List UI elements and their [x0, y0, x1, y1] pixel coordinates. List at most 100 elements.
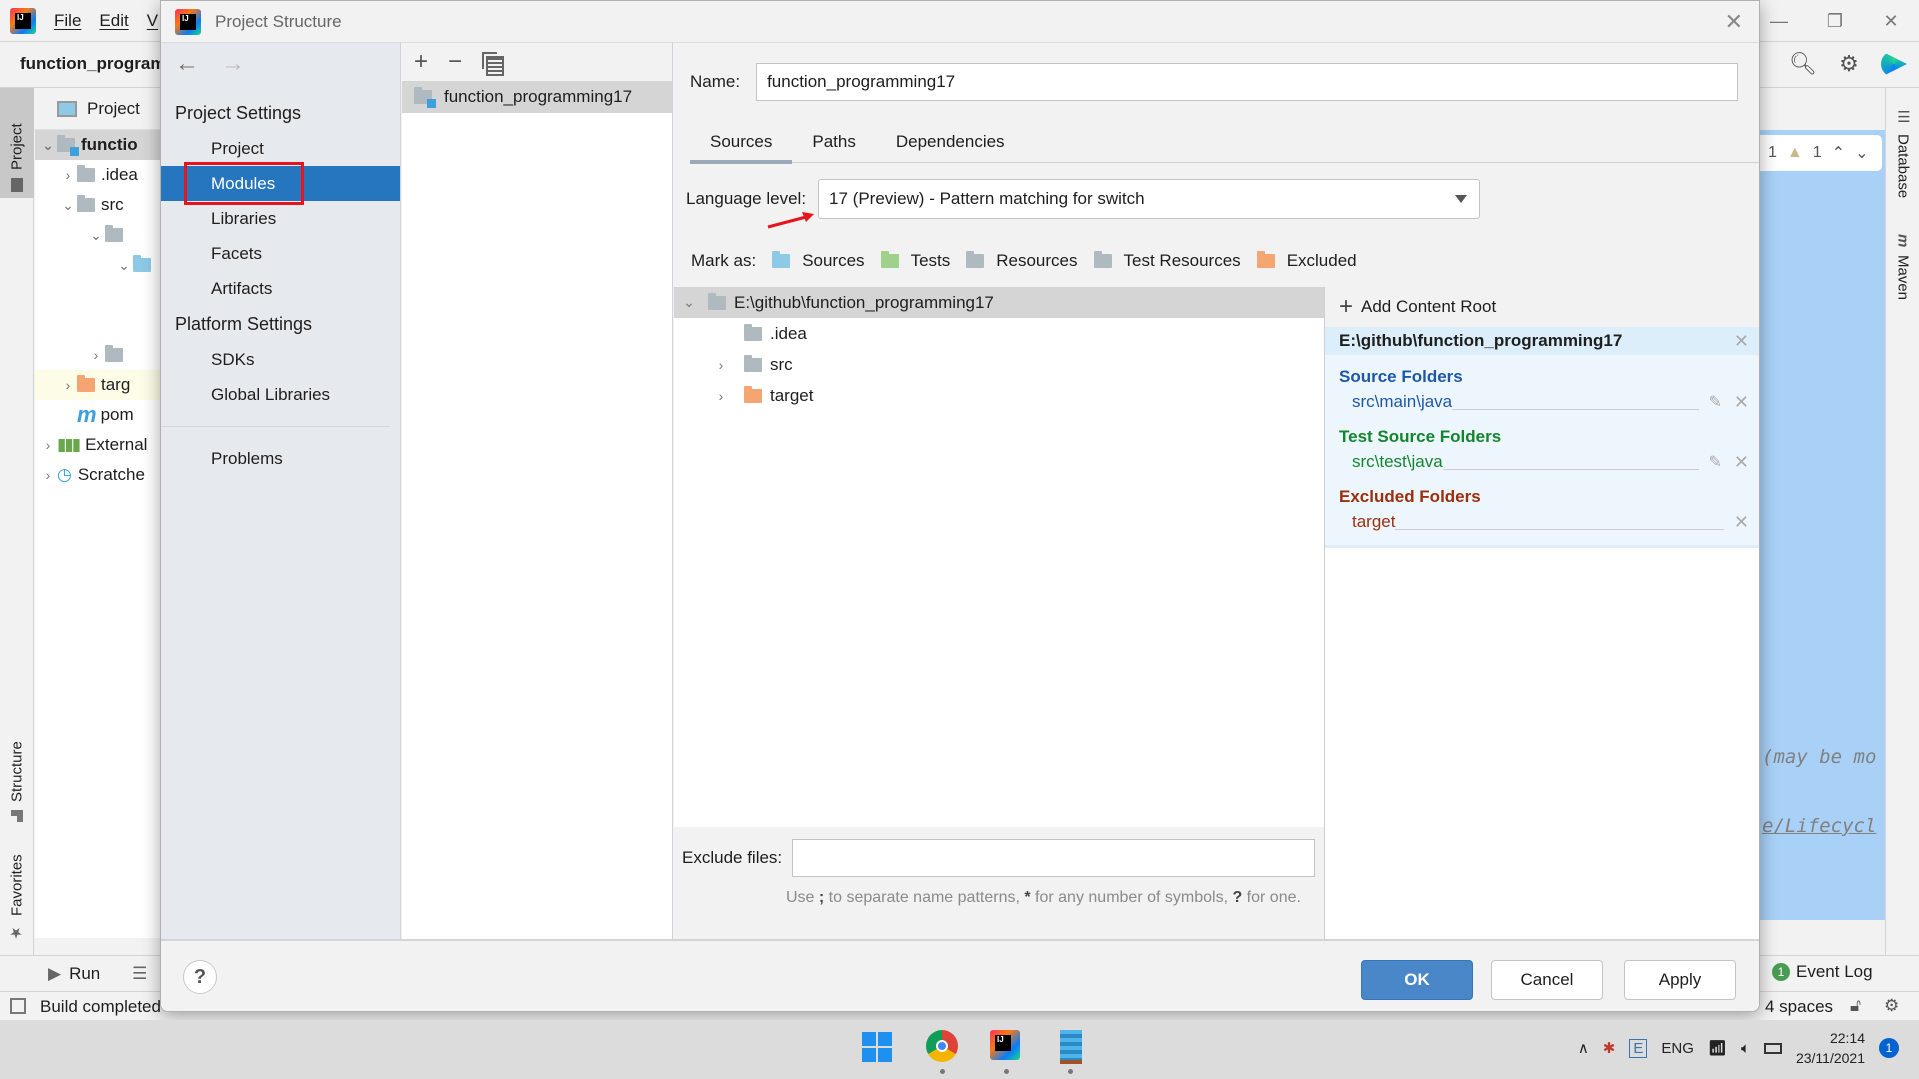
stripe-tab-database[interactable]: ☰ Database: [1886, 102, 1919, 204]
nav-item-artifacts[interactable]: Artifacts: [161, 271, 400, 306]
nav-item-facets[interactable]: Facets: [161, 236, 400, 271]
language-level-dropdown[interactable]: 17 (Preview) - Pattern matching for swit…: [818, 179, 1481, 219]
system-tray: ∧ ✱ E ENG 📶︎ 🔈︎ 22:14 23/11/2021 1: [1578, 1028, 1899, 1068]
folder-icon: [744, 323, 762, 341]
chevron-right-icon[interactable]: ›: [710, 357, 732, 373]
tree-row[interactable]: › ▮▮▮ External: [35, 430, 165, 460]
nav-item-project[interactable]: Project: [161, 131, 400, 166]
stripe-tab-maven[interactable]: m Maven: [1886, 228, 1919, 306]
stripe-tab-project[interactable]: Project: [0, 88, 34, 198]
module-name-input[interactable]: [756, 63, 1739, 101]
back-arrow-icon[interactable]: ←: [175, 50, 199, 78]
tree-row[interactable]: ⌄ src: [35, 190, 165, 220]
editor[interactable]: [1760, 130, 1885, 920]
chevron-down-icon[interactable]: ⌄: [1855, 143, 1868, 163]
menu-edit[interactable]: Edit: [99, 11, 128, 31]
tray-overflow-icon[interactable]: ∧: [1578, 1039, 1589, 1057]
tree-row[interactable]: ⌄: [35, 220, 165, 250]
module-list-item[interactable]: function_programming17: [402, 81, 672, 113]
tree-row[interactable]: › target: [674, 380, 1324, 411]
edit-pencil-icon[interactable]: ✎: [1709, 452, 1722, 472]
maven-icon: m: [1894, 234, 1912, 248]
chevron-right-icon[interactable]: ›: [710, 388, 732, 404]
cancel-button[interactable]: Cancel: [1491, 960, 1603, 1000]
edit-pencil-icon[interactable]: ✎: [1709, 392, 1722, 412]
gear-icon[interactable]: ⚙: [1835, 50, 1863, 78]
toolbox-icon[interactable]: [1881, 51, 1907, 77]
help-button[interactable]: ?: [183, 960, 217, 994]
app-tray-icon[interactable]: E: [1629, 1038, 1648, 1058]
forward-arrow-icon[interactable]: →: [221, 50, 245, 78]
tree-row[interactable]: ›: [35, 340, 165, 370]
content-roots-panel: + Add Content Root E:\github\function_pr…: [1324, 287, 1759, 939]
nav-item-libraries[interactable]: Libraries: [161, 201, 400, 236]
remove-folder-icon[interactable]: ✕: [1734, 392, 1749, 413]
mark-excluded-button[interactable]: Excluded: [1256, 251, 1357, 271]
tab-paths[interactable]: Paths: [792, 121, 875, 163]
clock-date: 23/11/2021: [1795, 1050, 1865, 1066]
chrome-taskbar-button[interactable]: [926, 1030, 960, 1074]
volume-icon[interactable]: 🔈︎: [1741, 1040, 1750, 1057]
wifi-icon[interactable]: 📶︎: [1708, 1039, 1727, 1057]
apply-button[interactable]: Apply: [1624, 960, 1736, 1000]
bug-tray-icon[interactable]: ✱: [1603, 1039, 1616, 1057]
exclude-files-input[interactable]: [792, 839, 1316, 877]
notepad-taskbar-button[interactable]: [1054, 1030, 1088, 1074]
start-button[interactable]: [862, 1030, 896, 1064]
lock-icon[interactable]: 🔓︎: [1850, 996, 1861, 1016]
todo-list-icon[interactable]: ☰: [132, 964, 147, 984]
nav-item-problems[interactable]: Problems: [161, 441, 400, 476]
mark-test-resources-button[interactable]: Test Resources: [1093, 251, 1241, 271]
battery-icon[interactable]: [1763, 1042, 1782, 1054]
copy-icon[interactable]: [482, 52, 505, 76]
project-view-selector[interactable]: Project: [35, 88, 165, 130]
nav-item-modules[interactable]: Modules: [161, 162, 400, 205]
inspection-widget[interactable]: 1 ▲ 1 ⌃ ⌄: [1760, 135, 1882, 171]
source-folder-entry: src\main\java ✎ ✕: [1325, 389, 1759, 415]
stripe-tab-favorites[interactable]: ★ Favorites: [0, 838, 34, 948]
run-tab[interactable]: ▶ Run: [48, 964, 100, 984]
nav-item-global-libraries[interactable]: Global Libraries: [161, 377, 400, 412]
tree-row[interactable]: › ◷ Scratche: [35, 460, 165, 490]
nav-item-sdks[interactable]: SDKs: [161, 342, 400, 377]
stripe-tab-structure[interactable]: Structure: [0, 718, 34, 828]
tree-row[interactable]: .idea: [674, 318, 1324, 349]
remove-root-icon[interactable]: ✕: [1734, 331, 1749, 352]
remove-folder-icon[interactable]: ✕: [1734, 512, 1749, 533]
mark-resources-button[interactable]: Resources: [966, 251, 1078, 271]
tree-root-row[interactable]: ⌄ E:\github\function_programming17: [674, 287, 1324, 318]
clock[interactable]: 22:14 23/11/2021: [1796, 1028, 1865, 1068]
tree-row[interactable]: ⌄: [35, 250, 165, 280]
chevron-up-icon[interactable]: ⌃: [1832, 143, 1845, 163]
indent-setting[interactable]: 4 spaces: [1765, 997, 1833, 1017]
status-toggle-icon[interactable]: [10, 998, 26, 1014]
remove-folder-icon[interactable]: ✕: [1734, 452, 1749, 473]
add-icon[interactable]: +: [414, 48, 428, 76]
tree-row[interactable]: ⌄ functio: [35, 130, 165, 160]
notification-badge[interactable]: 1: [1879, 1038, 1899, 1058]
close-window-icon[interactable]: ✕: [1863, 11, 1919, 32]
restore-icon[interactable]: ❐: [1807, 11, 1863, 32]
run-tab-label: Run: [69, 964, 101, 983]
add-content-root-button[interactable]: + Add Content Root: [1325, 287, 1759, 327]
tree-row[interactable]: › src: [674, 349, 1324, 380]
tab-dependencies[interactable]: Dependencies: [876, 121, 1025, 163]
intellij-taskbar-button[interactable]: IJ: [990, 1030, 1024, 1074]
ok-button[interactable]: OK: [1361, 960, 1473, 1000]
search-icon[interactable]: 🔍︎: [1789, 50, 1817, 78]
mark-tests-button[interactable]: Tests: [880, 251, 950, 271]
menu-view[interactable]: V: [147, 11, 158, 31]
mark-sources-button[interactable]: Sources: [772, 251, 865, 271]
close-icon[interactable]: ✕: [1725, 9, 1743, 35]
menu-file[interactable]: File: [54, 11, 81, 31]
help-gear-icon[interactable]: ⚙: [1884, 996, 1899, 1016]
event-log-tab[interactable]: 1 Event Log: [1772, 962, 1873, 982]
tab-sources[interactable]: Sources: [690, 121, 793, 164]
tree-row[interactable]: › .idea: [35, 160, 165, 190]
stripe-tab-label: Maven: [1894, 255, 1912, 301]
tree-row[interactable]: › targ: [35, 370, 165, 400]
language-indicator[interactable]: ENG: [1661, 1040, 1694, 1057]
remove-icon[interactable]: −: [448, 48, 462, 76]
chevron-down-icon[interactable]: ⌄: [678, 294, 700, 311]
tree-row[interactable]: m pom: [35, 400, 165, 430]
